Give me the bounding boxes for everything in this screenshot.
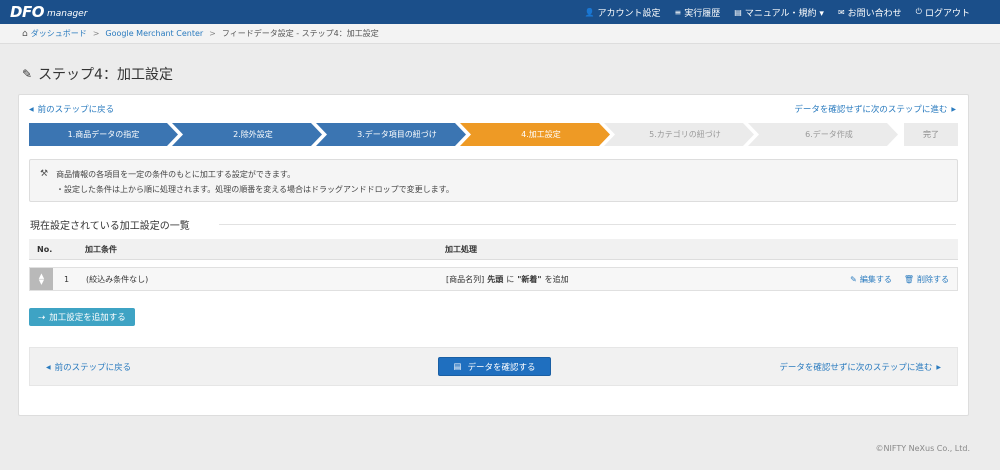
drag-handle[interactable]: ▲ ▼ bbox=[30, 268, 53, 290]
add-processing-setting-button[interactable]: ⇢ 加工設定を追加する bbox=[29, 308, 135, 326]
table-row: ▲ ▼ 1 (絞込み条件なし) [商品名列] 先頭 に "新着" を追加 ✎ 編… bbox=[29, 267, 958, 291]
list-icon: ≡ bbox=[674, 7, 682, 17]
caret-left-icon: ◀ bbox=[29, 105, 34, 113]
page-title: ✎ ステップ4：加工設定 bbox=[22, 64, 173, 84]
user-icon: 👤 bbox=[584, 7, 595, 17]
step-2: 2.除外設定 bbox=[172, 123, 322, 146]
process-value: "新着" bbox=[517, 274, 542, 284]
bottom-action-bar: ◀ 前のステップに戻る ▤ データを確認する データを確認せずに次のステップに進… bbox=[29, 347, 958, 386]
document-icon: ▤ bbox=[453, 361, 462, 371]
trash-icon: 🗑 bbox=[903, 274, 914, 284]
breadcrumb-current: フィードデータ設定 - ステップ4：加工設定 bbox=[221, 29, 379, 38]
power-icon: ⏻ bbox=[915, 7, 922, 16]
add-button-label: 加工設定を追加する bbox=[49, 312, 126, 322]
nav-item-label: アカウント設定 bbox=[597, 8, 661, 19]
mail-icon: ✉ bbox=[837, 7, 845, 17]
nav-item-label: マニュアル・規約 ▾ bbox=[744, 8, 824, 19]
caret-right-icon: ▶ bbox=[936, 363, 941, 371]
step-5: 5.カテゴリの紐づけ bbox=[604, 123, 754, 146]
confirm-button-label: データを確認する bbox=[467, 361, 536, 372]
skip-next-link-bottom[interactable]: データを確認せずに次のステップに進む ▶ bbox=[779, 361, 941, 373]
col-header-process: 加工処理 bbox=[445, 245, 477, 254]
skip-next-label: データを確認せずに次のステップに進む bbox=[794, 105, 948, 115]
step-1: 1.商品データの指定 bbox=[29, 123, 178, 146]
process-field: [商品名列] bbox=[446, 274, 485, 284]
prev-step-link-bottom[interactable]: ◀ 前のステップに戻る bbox=[46, 361, 131, 373]
step-3: 3.データ項目の紐づけ bbox=[316, 123, 466, 146]
info-line-1: 商品情報の各項目を一定の条件のもとに加工する設定ができます。 bbox=[56, 170, 296, 179]
info-line-2: ・設定した条件は上から順に処理されます。処理の順番を変える場合はドラッグアンドド… bbox=[56, 185, 454, 194]
book-icon: ▤ bbox=[734, 7, 742, 17]
caret-right-icon: ▶ bbox=[951, 105, 956, 113]
wrench-icon: ⚒ bbox=[40, 169, 49, 179]
main-panel: ◀ 前のステップに戻る データを確認せずに次のステップに進む ▶ 1.商品データ… bbox=[18, 94, 969, 416]
confirm-data-button[interactable]: ▤ データを確認する bbox=[438, 357, 551, 376]
process-connector: に bbox=[506, 274, 515, 284]
nav-account-settings[interactable]: 👤 アカウント設定 bbox=[585, 6, 661, 19]
delete-label: 削除する bbox=[917, 274, 949, 284]
pencil-icon: ✎ bbox=[22, 67, 33, 81]
row-process: [商品名列] 先頭 に "新着" を追加 bbox=[446, 268, 569, 290]
breadcrumb-separator: > bbox=[92, 29, 100, 38]
process-position: 先頭 bbox=[487, 274, 504, 284]
breadcrumb-separator: > bbox=[209, 29, 216, 38]
row-condition: (絞込み条件なし) bbox=[86, 274, 149, 284]
step-4: 4.加工設定 bbox=[460, 123, 610, 146]
nav-item-label: 実行履歴 bbox=[684, 8, 721, 19]
step-6: 6.データ作成 bbox=[748, 123, 898, 146]
col-header-condition: 加工条件 bbox=[85, 245, 117, 254]
nav-item-label: ログアウト bbox=[924, 8, 970, 19]
nav-menu: 👤 アカウント設定 ≡ 実行履歴 ▤ マニュアル・規約 ▾ ✉ お問い合わせ ⏻… bbox=[585, 0, 970, 24]
edit-link[interactable]: ✎ 編集する bbox=[850, 274, 892, 285]
section-divider bbox=[219, 224, 956, 225]
logo-sub-text: manager bbox=[46, 9, 88, 19]
breadcrumb-dashboard[interactable]: ダッシュボード bbox=[31, 28, 87, 39]
home-icon: ⌂ bbox=[22, 28, 28, 39]
nav-manual-terms-dropdown[interactable]: ▤ マニュアル・規約 ▾ bbox=[734, 6, 824, 19]
nav-logout[interactable]: ⏻ ログアウト bbox=[916, 6, 970, 19]
page-title-text: ステップ4：加工設定 bbox=[38, 67, 173, 83]
row-actions: ✎ 編集する 🗑 削除する bbox=[850, 268, 949, 290]
sort-down-icon: ▼ bbox=[38, 278, 45, 286]
prev-step-label: 前のステップに戻る bbox=[54, 363, 132, 373]
step-progress: 1.商品データの指定 2.除外設定 3.データ項目の紐づけ 4.加工設定 5.カ… bbox=[29, 123, 958, 146]
nav-contact[interactable]: ✉ お問い合わせ bbox=[838, 6, 902, 19]
delete-link[interactable]: 🗑 削除する bbox=[904, 274, 949, 285]
plus-icon: ⇢ bbox=[38, 311, 46, 322]
nav-item-label: お問い合わせ bbox=[847, 8, 902, 19]
prev-step-link-top[interactable]: ◀ 前のステップに戻る bbox=[29, 103, 114, 115]
top-navbar: DFO manager 👤 アカウント設定 ≡ 実行履歴 ▤ マニュアル・規約 … bbox=[0, 0, 1000, 24]
logo-main-text: DFO bbox=[10, 3, 44, 21]
breadcrumb-google-merchant-center[interactable]: Google Merchant Center bbox=[105, 29, 203, 38]
process-action: を追加 bbox=[544, 274, 569, 284]
breadcrumb: ⌂ ダッシュボード > Google Merchant Center > フィー… bbox=[0, 24, 1000, 44]
step-links-top: ◀ 前のステップに戻る データを確認せずに次のステップに進む ▶ bbox=[29, 103, 956, 115]
pencil-icon: ✎ bbox=[850, 274, 857, 284]
table-header: No. 加工条件 加工処理 bbox=[29, 239, 958, 260]
skip-next-link-top[interactable]: データを確認せずに次のステップに進む ▶ bbox=[794, 103, 956, 115]
col-header-no: No. bbox=[37, 245, 53, 254]
copyright-footer: ©NIFTY NeXus Co., Ltd. bbox=[875, 444, 970, 453]
section-title: 現在設定されている加工設定の一覧 bbox=[30, 221, 190, 232]
dfo-manager-logo[interactable]: DFO manager bbox=[10, 3, 87, 21]
nav-execution-history[interactable]: ≡ 実行履歴 bbox=[675, 6, 721, 19]
caret-left-icon: ◀ bbox=[46, 363, 51, 371]
step-complete: 完了 bbox=[904, 123, 958, 146]
info-box: ⚒ 商品情報の各項目を一定の条件のもとに加工する設定ができます。 ・設定した条件… bbox=[29, 159, 958, 202]
edit-label: 編集する bbox=[859, 274, 892, 284]
skip-next-label: データを確認せずに次のステップに進む bbox=[779, 363, 933, 373]
row-no: 1 bbox=[64, 274, 70, 284]
prev-step-label: 前のステップに戻る bbox=[37, 105, 115, 115]
